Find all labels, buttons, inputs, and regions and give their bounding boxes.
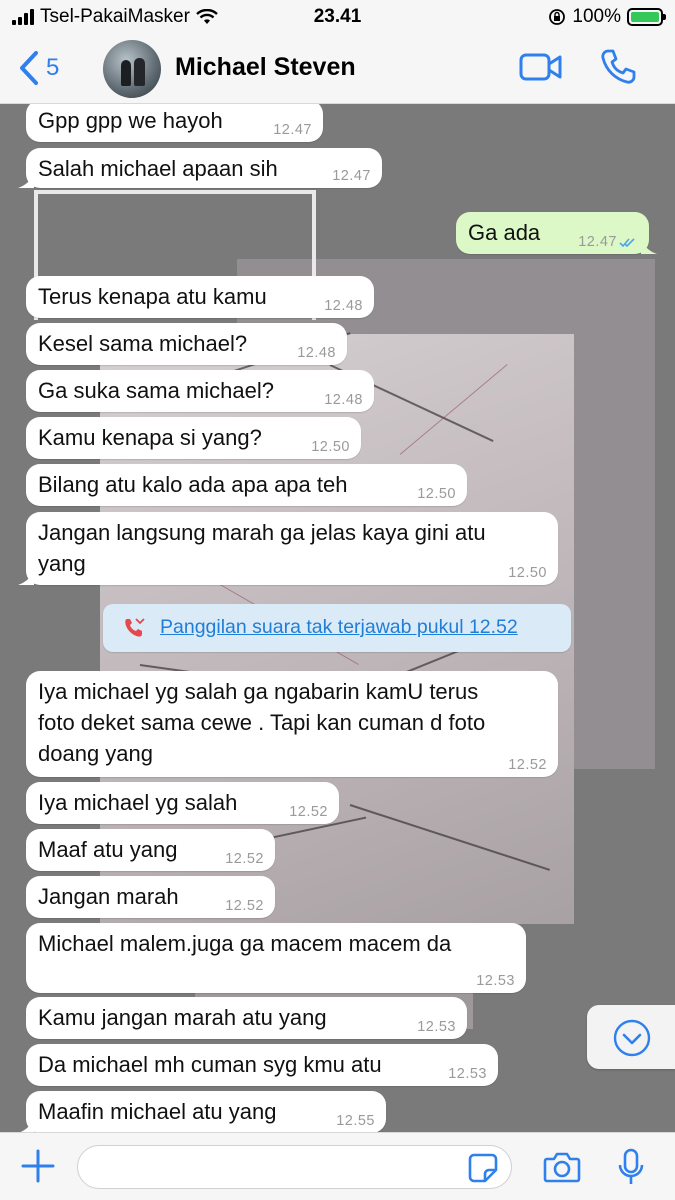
message-text: Salah michael apaan sih [38, 156, 278, 181]
bubble-tail [18, 174, 34, 188]
bubble-tail [20, 1119, 34, 1132]
read-receipt-icon [619, 238, 635, 248]
message-time: 12.55 [336, 1113, 375, 1129]
message-time: 12.47 [273, 122, 312, 138]
plus-icon[interactable] [20, 1148, 56, 1184]
contact-name[interactable]: Michael Steven [175, 53, 356, 82]
message-time: 12.50 [311, 439, 350, 455]
battery-percent: 100% [572, 6, 621, 27]
message-bubble[interactable]: Iya michael yg salah 12.52 [26, 782, 339, 824]
message-time: 12.47 [578, 234, 617, 250]
input-bar [0, 1132, 675, 1200]
chat-area[interactable]: Gpp gpp we hayoh 12.47 Salah michael apa… [0, 104, 675, 1132]
unread-count: 5 [46, 54, 60, 81]
back-chevron-icon [20, 51, 38, 85]
message-bubble[interactable]: Terus kenapa atu kamu 12.48 [26, 276, 374, 318]
message-bubble[interactable]: Gpp gpp we hayoh 12.47 [26, 104, 323, 142]
message-bubble[interactable]: Jangan langsung marah ga jelas kaya gini… [18, 512, 558, 585]
rotation-lock-icon [549, 9, 566, 25]
avatar[interactable] [103, 40, 161, 98]
message-time: 12.48 [297, 345, 336, 361]
message-bubble[interactable]: Michael malem.juga ga macem macem da 12.… [26, 923, 526, 993]
message-input[interactable] [77, 1145, 512, 1189]
message-bubble[interactable]: Kesel sama michael? 12.48 [26, 323, 347, 365]
message-text: Ga suka sama michael? [38, 378, 274, 403]
message-bubble[interactable]: Maafin michael atu yang 12.55 [20, 1091, 386, 1132]
video-call-icon[interactable] [519, 52, 563, 82]
message-bubble[interactable]: Bilang atu kalo ada apa apa teh 12.50 [26, 464, 467, 506]
message-bubble[interactable]: Ga suka sama michael? 12.48 [26, 370, 374, 412]
message-text: Ga ada [468, 220, 541, 245]
status-right: 100% [548, 6, 666, 28]
message-bubble[interactable]: Iya michael yg salah ga ngabarin kamU te… [26, 671, 558, 777]
message-text: Gpp gpp we hayoh [38, 108, 223, 133]
message-text: Bilang atu kalo ada apa apa teh [38, 472, 348, 497]
scroll-down-button[interactable] [587, 1005, 675, 1069]
message-time: 12.50 [417, 486, 456, 502]
chevron-down-icon [613, 1019, 651, 1057]
message-time: 12.52 [508, 757, 547, 773]
message-text: Maaf atu yang [38, 837, 178, 862]
message-time: 12.50 [508, 565, 547, 581]
message-text: Kesel sama michael? [38, 331, 248, 356]
missed-call-notice[interactable]: Panggilan suara tak terjawab pukul 12.52 [103, 604, 571, 652]
message-text: Terus kenapa atu kamu [38, 284, 267, 309]
message-time: 12.53 [448, 1066, 487, 1082]
bubble-tail [641, 240, 657, 254]
message-time: 12.52 [225, 898, 264, 914]
message-text: Kamu kenapa si yang? [38, 425, 262, 450]
missed-call-icon [125, 618, 145, 637]
message-time: 12.53 [476, 973, 515, 989]
message-time: 12.53 [417, 1019, 456, 1035]
message-bubble[interactable]: Kamu jangan marah atu yang 12.53 [26, 997, 467, 1039]
message-time: 12.47 [332, 168, 371, 184]
message-text: Da michael mh cuman syg kmu atu [38, 1052, 382, 1077]
message-bubble[interactable]: Jangan marah 12.52 [26, 876, 275, 918]
microphone-icon[interactable] [617, 1148, 645, 1186]
message-bubble[interactable]: Maaf atu yang 12.52 [26, 829, 275, 871]
message-bubble[interactable]: Ga ada 12.47 [456, 212, 657, 254]
message-text: Michael malem.juga ga macem macem da [38, 931, 452, 956]
sticker-icon[interactable] [468, 1153, 498, 1183]
bubble-tail [18, 571, 34, 585]
message-time: 12.52 [289, 804, 328, 820]
message-bubble[interactable]: Da michael mh cuman syg kmu atu 12.53 [26, 1044, 498, 1086]
voice-call-icon[interactable] [599, 48, 637, 86]
message-text: Jangan langsung marah ga jelas kaya gini… [38, 520, 486, 576]
message-time: 12.52 [225, 851, 264, 867]
message-text: Iya michael yg salah [38, 790, 238, 815]
message-text: Iya michael yg salah ga ngabarin kamU te… [38, 679, 486, 766]
battery-icon [627, 8, 666, 26]
missed-call-text[interactable]: Panggilan suara tak terjawab pukul 12.52 [160, 616, 518, 639]
chat-header: 5 Michael Steven [0, 34, 675, 104]
status-bar: Tsel-PakaiMasker 23.41 100% [0, 0, 675, 34]
camera-icon[interactable] [543, 1151, 581, 1183]
back-button[interactable]: 5 [18, 50, 59, 86]
message-text: Jangan marah [38, 884, 179, 909]
message-text: Maafin michael atu yang [38, 1099, 277, 1124]
message-text: Kamu jangan marah atu yang [38, 1005, 327, 1030]
message-time: 12.48 [324, 392, 363, 408]
message-bubble[interactable]: Kamu kenapa si yang? 12.50 [26, 417, 361, 459]
message-bubble[interactable]: Salah michael apaan sih 12.47 [18, 148, 382, 188]
message-time: 12.48 [324, 298, 363, 314]
